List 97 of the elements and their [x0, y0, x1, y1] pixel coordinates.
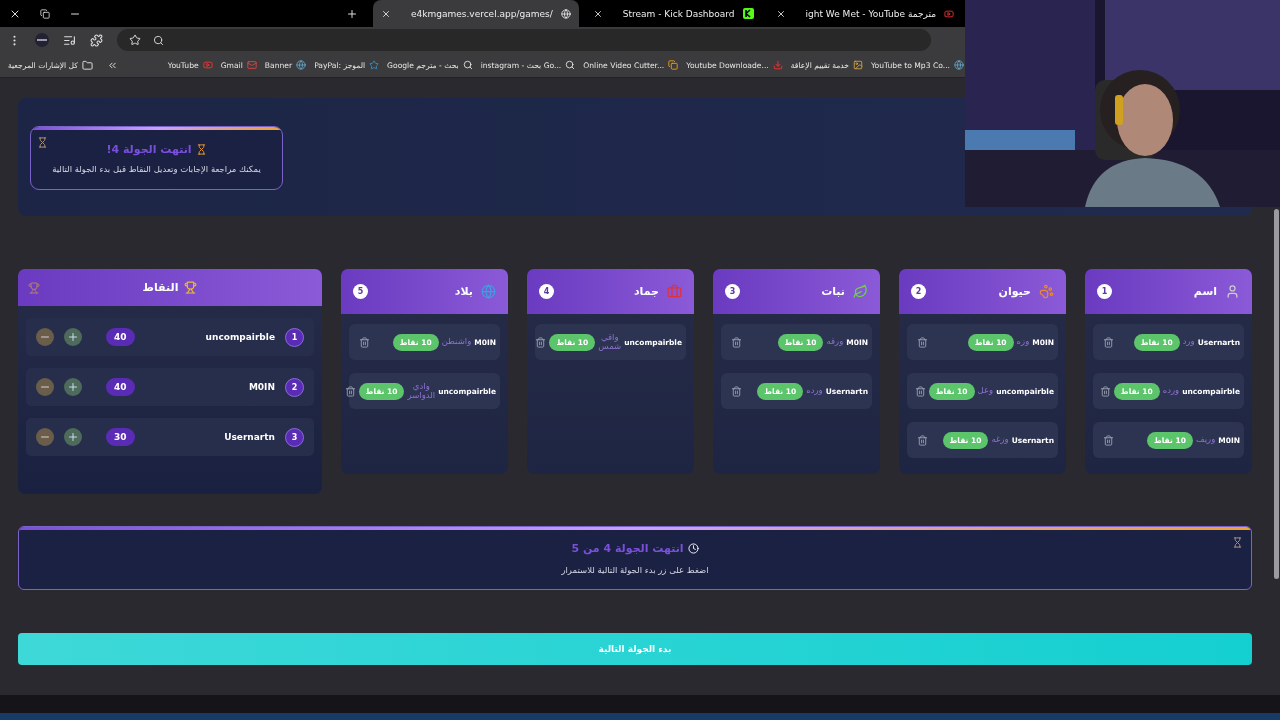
browser-tab[interactable]: e4kmgames.vercel.app/games/	[373, 0, 579, 27]
favicon-icon	[565, 60, 576, 71]
tab-title: e4kmgames.vercel.app/games/	[411, 8, 553, 19]
clock-icon	[687, 542, 699, 554]
media-icon[interactable]	[63, 33, 76, 47]
answer-text: ورقه	[826, 337, 844, 347]
rank-number: 3	[285, 427, 304, 447]
player-name: Usernartn	[223, 432, 275, 442]
trash-icon[interactable]	[1099, 385, 1111, 397]
trash-icon[interactable]	[359, 336, 370, 348]
category-number: 5	[353, 284, 368, 299]
hourglass-icon	[195, 143, 207, 155]
answer-text: ورده	[806, 386, 823, 396]
plus-button[interactable]	[64, 328, 82, 346]
folder-icon	[81, 59, 93, 71]
minus-button[interactable]	[36, 378, 54, 396]
trash-icon[interactable]	[1103, 434, 1114, 446]
answer-text: وعل	[977, 386, 994, 396]
score-value: 40	[106, 328, 135, 346]
browser-tab[interactable]: ight We Met - YouTube مترجمة	[767, 0, 962, 27]
plus-icon	[67, 381, 79, 393]
trash-icon[interactable]	[535, 336, 547, 348]
favicon-icon	[369, 60, 380, 71]
plus-button[interactable]	[64, 428, 82, 446]
leaf-icon	[853, 284, 868, 299]
category-name: حيوان	[997, 285, 1031, 298]
favicon-icon	[668, 60, 679, 71]
trash-icon[interactable]	[917, 336, 928, 348]
answer-text: وزه	[1016, 337, 1030, 347]
notice-subtitle: اضغط على زر بدء الجولة التالية للاستمرار	[561, 564, 709, 575]
star-icon[interactable]	[129, 34, 141, 47]
trash-icon[interactable]	[731, 336, 742, 348]
trophy-icon	[28, 281, 40, 294]
category-number: 3	[725, 284, 740, 299]
round-title: انتهت الجولة 4!	[106, 142, 192, 156]
restore-icon[interactable]	[40, 8, 50, 19]
globe-icon	[954, 60, 964, 71]
answer-text: وزغه	[991, 435, 1009, 445]
rank-number: 1	[285, 327, 304, 347]
close-icon[interactable]	[592, 8, 603, 19]
category-number: 2	[911, 284, 926, 299]
image-icon	[853, 60, 863, 71]
answer-text: ورد	[1182, 337, 1195, 347]
plus-button[interactable]	[64, 378, 82, 396]
paw-icon	[1039, 284, 1054, 299]
round-subtitle: يمكنك مراجعة الإجابات وتعديل النقاط قبل بدء الجولة التالية	[52, 163, 261, 174]
toolbox-icon	[667, 284, 682, 299]
hourglass-icon	[37, 137, 48, 148]
answer-text: وريف	[1195, 435, 1216, 445]
tab-title: Stream - Kick Dashboard	[622, 8, 735, 19]
minus-button[interactable]	[36, 428, 54, 446]
trash-icon[interactable]	[344, 385, 356, 397]
favicon-icon	[462, 60, 473, 71]
profile-avatar-icon[interactable]	[35, 33, 49, 48]
trash-icon[interactable]	[1103, 336, 1114, 348]
close-icon[interactable]	[381, 8, 391, 19]
mail-icon	[246, 60, 257, 71]
play-icon	[202, 60, 213, 71]
answer-text: ورده	[1162, 386, 1180, 396]
person-icon	[1225, 284, 1240, 299]
favicon-icon	[560, 8, 571, 19]
play-icon	[944, 8, 954, 19]
score-value: 30	[106, 428, 135, 446]
answer-text: وادي الدواسر	[407, 381, 436, 401]
globe-icon	[481, 284, 496, 299]
answer-text: واشنطن	[441, 337, 472, 347]
plus-icon	[67, 331, 79, 343]
close-icon[interactable]	[775, 8, 786, 19]
category-name: جماد	[632, 285, 659, 298]
category-number: 1	[1097, 284, 1112, 299]
trash-icon[interactable]	[914, 385, 926, 397]
browser-tab[interactable]: Stream - Kick Dashboard	[584, 0, 762, 27]
tab-logo-icon	[742, 8, 754, 19]
trash-icon[interactable]	[917, 434, 928, 446]
notice-title: انتهت الجولة 4 من 5	[571, 541, 684, 555]
score-value: 40	[106, 378, 135, 396]
player-name: M0IN	[247, 382, 275, 392]
extensions-icon[interactable]	[90, 33, 103, 47]
scores-title: النقاط	[142, 281, 179, 294]
scrollbar-thumb[interactable]	[1273, 209, 1279, 579]
trash-icon[interactable]	[731, 385, 742, 397]
player-name: uncompairble	[204, 332, 275, 342]
hourglass-icon	[1232, 537, 1243, 548]
rank-number: 2	[285, 377, 304, 397]
answer-text: واقي شمس	[598, 332, 622, 352]
trophy-icon	[184, 281, 198, 294]
minus-button[interactable]	[36, 328, 54, 346]
category-number: 4	[539, 284, 554, 299]
category-name: نبات	[820, 285, 845, 298]
search-icon[interactable]	[153, 34, 164, 46]
plus-icon	[67, 431, 79, 443]
category-name: اسم	[1192, 285, 1217, 298]
download-icon	[772, 60, 783, 71]
globe-icon	[296, 60, 307, 71]
new-tab-icon[interactable]	[346, 7, 358, 20]
tab-title: ight We Met - YouTube مترجمة	[805, 8, 936, 19]
category-name: بلاد	[453, 285, 473, 298]
